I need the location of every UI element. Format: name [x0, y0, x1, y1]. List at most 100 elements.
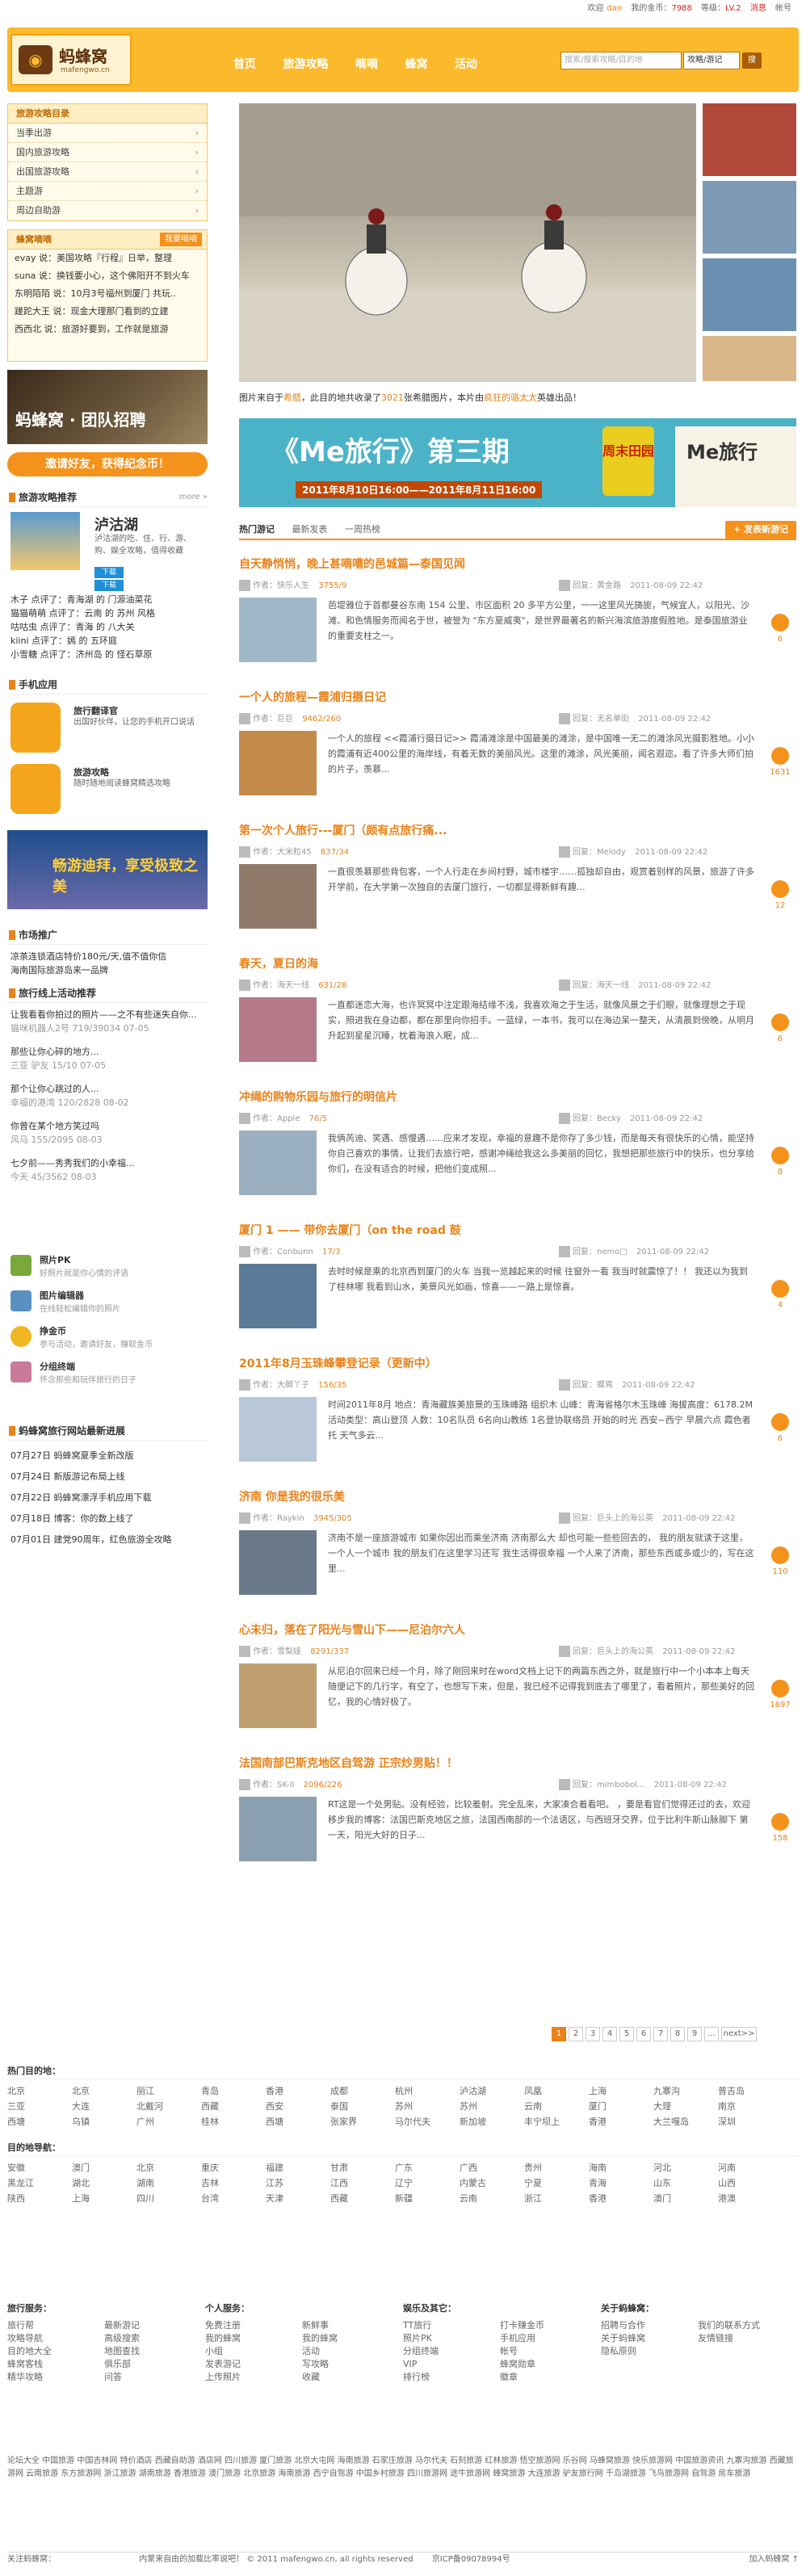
page-button[interactable]: 6	[636, 2027, 651, 2041]
update-item[interactable]: 07月01日 建党90周年，红色旅游全攻略	[7, 1529, 208, 1550]
me-travel-banner[interactable]: 《Me旅行》第三期 2011年8月10日16:00——2011年8月11日16:…	[239, 418, 796, 507]
footer-link[interactable]: 精华攻略	[7, 2371, 104, 2384]
hot-dest-link[interactable]: 苏州	[460, 2100, 524, 2113]
footer-link[interactable]: 目的地大全	[7, 2345, 104, 2358]
region-link[interactable]: 辽宁	[395, 2176, 460, 2190]
tab-hot[interactable]: 热门游记	[239, 519, 275, 540]
market-item[interactable]: 海南国际旅游岛来一品牌	[7, 963, 208, 977]
hot-dest-link[interactable]: 普吉岛	[718, 2084, 783, 2098]
author-avatar[interactable]	[239, 846, 250, 858]
feature-name[interactable]: 挣金币	[40, 1324, 66, 1337]
post-thumbnail[interactable]	[239, 1131, 317, 1195]
account-menu[interactable]: 帐号	[775, 4, 791, 13]
footer-link[interactable]: 上传照片	[205, 2371, 302, 2384]
hot-dest-link[interactable]: 苏州	[395, 2100, 460, 2113]
market-item[interactable]: 凉茶连锁酒店特价180元/天,值不值你信	[7, 950, 208, 963]
hot-dest-link[interactable]: 西塘	[266, 2115, 330, 2129]
guide-item[interactable]: 当季出游	[8, 124, 207, 143]
nav-didi[interactable]: 嘀嘀	[355, 53, 378, 76]
reply-avatar[interactable]	[559, 580, 570, 591]
hot-dest-link[interactable]: 香港	[266, 2084, 330, 2098]
recruit-banner[interactable]: 蚂蜂窝 · 团队招聘	[7, 370, 208, 444]
reply-avatar[interactable]	[559, 713, 570, 724]
hot-dest-link[interactable]: 南京	[718, 2100, 783, 2113]
footer-link[interactable]: 排行榜	[403, 2371, 500, 2384]
footer-link[interactable]: 地图查找	[104, 2345, 201, 2358]
footer-link[interactable]: 我们的联系方式	[698, 2319, 795, 2332]
post-title[interactable]: 春天，夏日的海	[239, 955, 796, 973]
reply-user[interactable]: 回复：Melody	[573, 848, 626, 857]
didi-item[interactable]: 西西北 说：旅游好要到，工作就是旅游	[8, 321, 207, 338]
region-link[interactable]: 青海	[589, 2176, 653, 2190]
hot-dest-link[interactable]: 成都	[330, 2084, 395, 2098]
reply-avatar[interactable]	[559, 980, 570, 991]
author-avatar[interactable]	[239, 1246, 250, 1257]
post-comments[interactable]: 12	[764, 880, 796, 910]
feature-name[interactable]: 分组终端	[40, 1360, 75, 1373]
post-thumbnail[interactable]	[239, 1663, 317, 1728]
footer-link[interactable]: 蜂窝勋章	[500, 2358, 597, 2371]
guide-item[interactable]: 国内旅游攻略	[8, 143, 207, 162]
route-item[interactable]: 你曾在某个地方笑过吗	[7, 1119, 208, 1133]
post-thumbnail[interactable]	[239, 997, 317, 1062]
region-link[interactable]: 四川	[136, 2192, 201, 2205]
footer-link[interactable]: 我的蜂窝	[205, 2332, 302, 2345]
region-link[interactable]: 山东	[653, 2176, 718, 2190]
reply-avatar[interactable]	[559, 1646, 570, 1657]
footer-link[interactable]: 新鲜事	[302, 2319, 399, 2332]
caption-author[interactable]: 疯狂的骆太太	[484, 392, 537, 403]
comment-item[interactable]: 木子 点评了：青海湖 的 门源油菜花	[7, 593, 208, 606]
region-link[interactable]: 河南	[718, 2161, 783, 2175]
reply-user[interactable]: 回复：无名单街	[573, 715, 629, 724]
nav-events[interactable]: 活动	[455, 53, 477, 76]
post-comments[interactable]: 6	[764, 1413, 796, 1443]
reply-user[interactable]: 回复：巨头上的海公英	[573, 1514, 653, 1523]
footer-link[interactable]: 照片PK	[403, 2332, 500, 2345]
footer-link[interactable]: 徽章	[500, 2371, 597, 2384]
region-link[interactable]: 湖北	[72, 2176, 136, 2190]
post-comments[interactable]: 110	[764, 1546, 796, 1576]
footer-link[interactable]: 分组终端	[403, 2345, 500, 2358]
search-input[interactable]: 搜索/搜索攻略/目的地	[560, 52, 682, 69]
footer-link[interactable]: 旅行帮	[7, 2319, 104, 2332]
hot-dest-link[interactable]: 马尔代夫	[395, 2115, 460, 2129]
post-title[interactable]: 2011年8月玉珠峰攀登记录（更新中）	[239, 1355, 796, 1373]
feature-name[interactable]: 照片PK	[40, 1253, 71, 1266]
footer-link[interactable]: 收藏	[302, 2371, 399, 2384]
footer-link[interactable]: 问答	[104, 2371, 201, 2384]
hot-dest-link[interactable]: 北京	[7, 2084, 72, 2098]
post-author[interactable]: 作者：Raykin	[253, 1514, 304, 1523]
guide-app-icon[interactable]	[10, 764, 61, 814]
footer-link[interactable]: 最新游记	[104, 2319, 201, 2332]
hero-thumb[interactable]	[703, 258, 796, 331]
footer-link[interactable]: 俱乐部	[104, 2358, 201, 2371]
reply-avatar[interactable]	[559, 1779, 570, 1790]
post-author[interactable]: 作者：Apple	[253, 1114, 300, 1123]
post-author[interactable]: 作者：雪梨娃	[253, 1647, 301, 1656]
download-button[interactable]: 下载	[94, 567, 124, 578]
region-link[interactable]: 广东	[395, 2161, 460, 2175]
reply-user[interactable]: 回复：nemo□	[573, 1248, 628, 1257]
hot-dest-link[interactable]: 深圳	[718, 2115, 783, 2129]
more-link[interactable]: more »	[179, 488, 208, 507]
publish-post-button[interactable]: + 发表新游记	[724, 521, 796, 539]
route-item[interactable]: 七夕前——秀秀我们的小幸福...	[7, 1156, 208, 1170]
region-link[interactable]: 江苏	[266, 2176, 330, 2190]
author-avatar[interactable]	[239, 980, 250, 991]
hot-dest-link[interactable]: 三亚	[7, 2100, 72, 2113]
footer-link[interactable]: TT旅行	[403, 2319, 500, 2332]
region-link[interactable]: 黑龙江	[7, 2176, 72, 2190]
hero-photo[interactable]	[239, 103, 696, 382]
hot-dest-link[interactable]: 杭州	[395, 2084, 460, 2098]
author-avatar[interactable]	[239, 580, 250, 591]
post-thumbnail[interactable]	[239, 731, 317, 795]
reply-user[interactable]: 回复：Becky	[573, 1114, 621, 1123]
footer-link[interactable]: 发表游记	[205, 2358, 302, 2371]
didi-item[interactable]: evay 说：美国攻略『行程』日举，整理	[8, 250, 207, 267]
post-title[interactable]: 第一次个人旅行---厦门（颇有点旅行痛...	[239, 822, 796, 840]
region-link[interactable]: 湖南	[136, 2176, 201, 2190]
author-avatar[interactable]	[239, 1646, 250, 1657]
post-author[interactable]: 作者：大米粒45	[253, 848, 312, 857]
comment-item[interactable]: kiini 点评了：嫣 的 五环庭	[7, 634, 208, 648]
footer-link[interactable]: 打卡赚金币	[500, 2319, 597, 2332]
